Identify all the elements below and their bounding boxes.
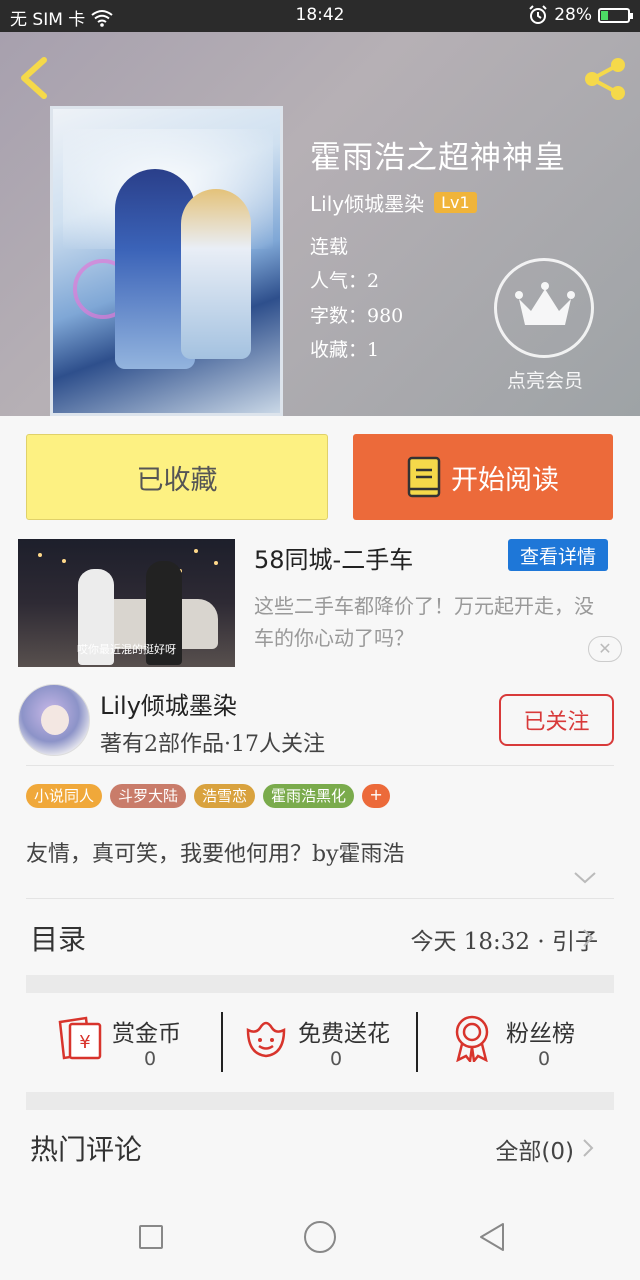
ad-image[interactable]: 哎你最近混的挺好呀 — [18, 539, 235, 667]
reward-coins-button[interactable]: ¥ 赏金币 0 — [56, 1010, 246, 1080]
ad-details-button[interactable]: 查看详情 — [508, 539, 608, 571]
author-avatar[interactable] — [18, 684, 90, 756]
level-badge: Lv1 — [434, 192, 477, 213]
award-ribbon-icon — [455, 1015, 489, 1062]
flower-smile-icon — [246, 1021, 286, 1058]
book-word-count: 字数：980 — [310, 305, 404, 327]
author-stats: 著有2部作品·17人关注 — [100, 732, 325, 757]
reward-count: 0 — [329, 1048, 343, 1070]
back-triangle-icon[interactable] — [478, 1222, 506, 1252]
chevron-right-icon[interactable] — [582, 928, 594, 948]
add-tag-button[interactable]: + — [362, 784, 391, 808]
book-popularity: 人气：2 — [310, 270, 380, 292]
hot-comments-label: 热门评论 — [30, 1133, 143, 1166]
follow-button[interactable]: 已关注 — [499, 694, 614, 746]
share-icon[interactable] — [580, 54, 630, 104]
reward-count: 0 — [143, 1048, 157, 1070]
divider — [416, 1012, 418, 1072]
ad-close-button[interactable]: ✕ — [588, 636, 622, 662]
book-author[interactable]: Lily倾城墨染 — [310, 188, 424, 217]
book-icon — [407, 456, 441, 498]
status-bar: 无 SIM 卡 18:42 28% — [0, 0, 640, 32]
send-flowers-button[interactable]: 免费送花 0 — [242, 1010, 432, 1080]
vip-label[interactable]: 点亮会员 — [490, 366, 600, 393]
ad-description[interactable]: 这些二手车都降价了！万元起开走，没车的你心动了吗？ — [254, 590, 594, 654]
chevron-down-icon[interactable] — [574, 872, 596, 884]
book-header: 霍雨浩之超神神皇 Lily倾城墨染 Lv1 连载 人气：2 字数：980 收藏：… — [0, 32, 640, 416]
all-comments-link[interactable]: 全部(0) — [495, 1132, 574, 1166]
svg-text:¥: ¥ — [79, 1032, 90, 1053]
ad-image-caption: 哎你最近混的挺好呀 — [77, 643, 176, 656]
catalog-latest-chapter[interactable]: 今天 18:32 · 引子 — [410, 922, 598, 956]
ad-title[interactable]: 58同城-二手车 — [254, 540, 413, 575]
author-name[interactable]: Lily倾城墨染 — [100, 686, 237, 721]
home-icon[interactable] — [304, 1221, 336, 1253]
battery-charging-icon — [598, 7, 633, 23]
start-reading-label: 开始阅读 — [451, 464, 559, 496]
book-title: 霍雨浩之超神神皇 — [310, 140, 566, 176]
section-separator — [26, 1092, 614, 1110]
alarm-icon — [529, 5, 547, 24]
reward-label: 免费送花 — [298, 1021, 390, 1047]
book-status: 连载 — [310, 236, 349, 258]
divider — [26, 765, 614, 766]
system-nav-bar — [0, 1196, 640, 1280]
tag-list: 小说同人 斗罗大陆 浩雪恋 霍雨浩黑化 + — [26, 784, 391, 808]
divider — [221, 1012, 223, 1072]
book-intro: 友情，真可笑，我要他何用？by霍雨浩 — [26, 842, 405, 867]
book-cover-image[interactable] — [50, 106, 283, 416]
back-arrow-icon[interactable] — [14, 54, 54, 102]
battery-percent: 28% — [554, 5, 592, 25]
divider — [26, 898, 614, 899]
tag-item[interactable]: 霍雨浩黑化 — [263, 784, 355, 808]
book-favorites: 收藏：1 — [310, 339, 380, 361]
follow-label: 已关注 — [523, 710, 590, 735]
reward-count: 0 — [537, 1048, 551, 1070]
recent-apps-icon[interactable] — [139, 1225, 163, 1249]
collected-label: 已收藏 — [136, 464, 218, 496]
red-envelope-yen-icon: ¥ — [58, 1016, 102, 1060]
catalog-label[interactable]: 目录 — [30, 918, 86, 958]
fan-ranking-button[interactable]: 粉丝榜 0 — [450, 1010, 640, 1080]
tag-item[interactable]: 浩雪恋 — [194, 784, 256, 808]
ad-details-label: 查看详情 — [519, 545, 596, 568]
section-separator — [26, 975, 614, 993]
tag-item[interactable]: 斗罗大陆 — [110, 784, 187, 808]
tag-item[interactable]: 小说同人 — [26, 784, 103, 808]
crown-icon — [515, 282, 575, 325]
reward-label: 赏金币 — [112, 1021, 181, 1047]
collected-button[interactable]: 已收藏 — [26, 434, 328, 520]
reward-label: 粉丝榜 — [506, 1021, 575, 1047]
vip-crown-button[interactable] — [494, 258, 594, 358]
start-reading-button[interactable]: 开始阅读 — [353, 434, 613, 520]
chevron-right-icon[interactable] — [582, 1138, 594, 1158]
